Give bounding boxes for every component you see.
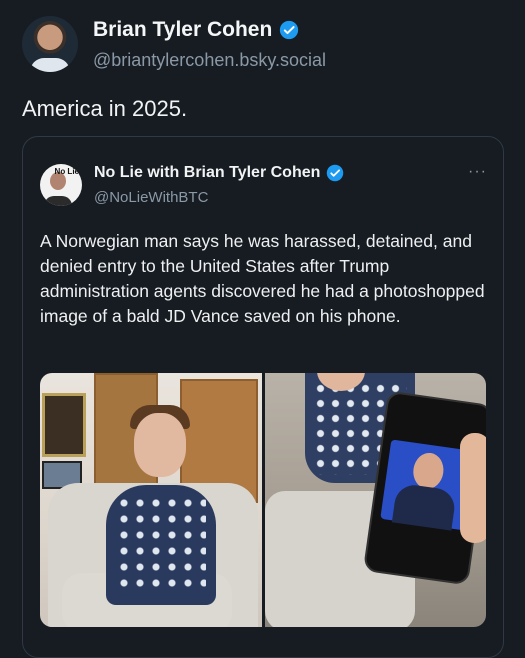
quoted-author-avatar[interactable]: No Lie [40,164,82,206]
post-author-name[interactable]: Brian Tyler Cohen [93,18,272,42]
verified-badge-icon [326,164,344,182]
photo-man-holding-phone[interactable] [264,373,486,627]
avatar-logo-text: No Lie [54,167,79,176]
quoted-post-card[interactable]: No Lie No Lie with Brian Tyler Cohen @No… [22,136,504,658]
photo-man-on-sofa[interactable] [40,373,262,627]
quoted-author-handle[interactable]: @NoLieWithBTC [94,189,208,206]
post-text: America in 2025. [22,96,188,121]
post-author-handle[interactable]: @briantylercohen.bsky.social [93,50,326,71]
quoted-author-row: No Lie with Brian Tyler Cohen [94,164,344,182]
verified-badge-icon [279,20,299,40]
more-options-icon[interactable]: ··· [468,163,487,181]
quoted-post-text: A Norwegian man says he was harassed, de… [40,231,485,326]
media-gallery[interactable] [40,373,486,627]
post-author-row: Brian Tyler Cohen [93,18,299,42]
post-author-avatar[interactable] [22,16,78,72]
quoted-author-name[interactable]: No Lie with Brian Tyler Cohen [94,164,320,182]
